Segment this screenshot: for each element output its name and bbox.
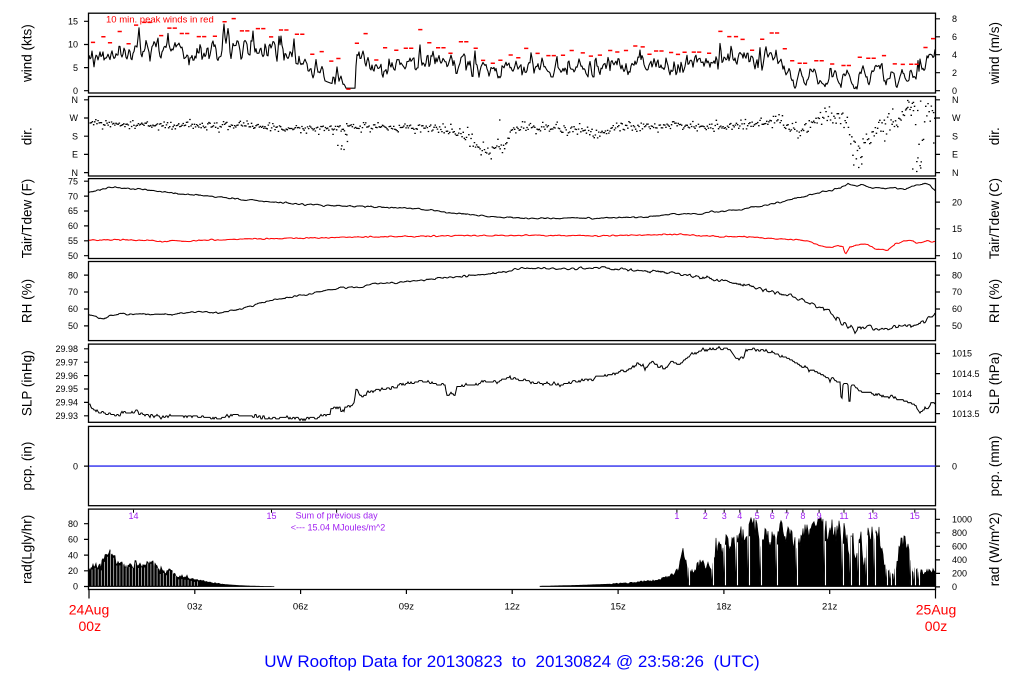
svg-text:pcp. (in): pcp. (in) [20, 442, 35, 491]
svg-text:9: 9 [817, 511, 822, 521]
svg-text:12z: 12z [505, 602, 521, 613]
svg-text:1014: 1014 [952, 389, 972, 399]
svg-text:80: 80 [952, 270, 962, 280]
svg-text:S: S [952, 131, 958, 141]
svg-text:13: 13 [868, 511, 878, 521]
svg-text:60: 60 [68, 304, 78, 314]
svg-text:0: 0 [73, 582, 78, 592]
svg-text:20: 20 [68, 566, 78, 576]
svg-text:29.97: 29.97 [55, 357, 78, 367]
svg-text:15z: 15z [610, 602, 626, 613]
svg-text:4: 4 [737, 511, 742, 521]
svg-text:50: 50 [68, 251, 78, 261]
svg-text:00z: 00z [79, 618, 102, 634]
svg-text:10 min. peak winds in red: 10 min. peak winds in red [106, 15, 214, 26]
svg-text:15: 15 [266, 511, 276, 521]
svg-text:5: 5 [755, 511, 760, 521]
svg-text:10: 10 [68, 40, 78, 50]
svg-text:S: S [72, 131, 78, 141]
svg-text:60: 60 [68, 535, 78, 545]
svg-text:1000: 1000 [952, 515, 972, 525]
svg-text:SLP (inHg): SLP (inHg) [20, 350, 35, 416]
svg-text:6: 6 [770, 511, 775, 521]
svg-text:3: 3 [722, 511, 727, 521]
svg-text:1013.5: 1013.5 [952, 409, 980, 419]
svg-text:70: 70 [68, 287, 78, 297]
svg-text:SLP (hPa): SLP (hPa) [987, 352, 1002, 414]
svg-text:10: 10 [952, 251, 962, 261]
svg-text:50: 50 [952, 321, 962, 331]
svg-text:200: 200 [952, 569, 967, 579]
svg-text:4: 4 [952, 50, 957, 60]
svg-text:Tair/Tdew (F): Tair/Tdew (F) [20, 179, 35, 259]
svg-text:2: 2 [703, 511, 708, 521]
svg-text:11: 11 [839, 511, 848, 521]
svg-text:60: 60 [952, 304, 962, 314]
svg-text:RH (%): RH (%) [20, 279, 35, 323]
svg-text:06z: 06z [293, 602, 309, 613]
svg-text:<--- 15.04 MJoules/m^2: <--- 15.04 MJoules/m^2 [291, 523, 386, 533]
svg-text:55: 55 [68, 236, 78, 246]
svg-text:800: 800 [952, 528, 967, 538]
svg-text:wind (kts): wind (kts) [20, 24, 35, 83]
svg-text:29.93: 29.93 [55, 411, 78, 421]
svg-text:40: 40 [68, 550, 78, 560]
svg-text:1014.5: 1014.5 [952, 369, 980, 379]
svg-text:Sum of previous day: Sum of previous day [296, 511, 379, 521]
svg-text:80: 80 [68, 270, 78, 280]
svg-text:N: N [72, 95, 79, 105]
svg-text:pcp. (mm): pcp. (mm) [987, 436, 1002, 497]
svg-text:50: 50 [68, 321, 78, 331]
svg-text:00z: 00z [925, 618, 948, 634]
svg-text:25Aug: 25Aug [916, 602, 956, 618]
svg-text:03z: 03z [187, 602, 203, 613]
svg-text:15: 15 [910, 511, 920, 521]
svg-text:2: 2 [952, 68, 957, 78]
svg-text:8: 8 [952, 14, 957, 24]
svg-text:7: 7 [784, 511, 789, 521]
svg-text:15: 15 [952, 224, 962, 234]
svg-text:65: 65 [68, 206, 78, 216]
svg-text:20: 20 [952, 197, 962, 207]
svg-text:60: 60 [68, 221, 78, 231]
svg-text:0: 0 [73, 461, 78, 471]
svg-text:Tair/Tdew (C): Tair/Tdew (C) [987, 178, 1002, 259]
svg-text:rad (W/m^2): rad (W/m^2) [987, 512, 1002, 586]
svg-text:09z: 09z [399, 602, 415, 613]
svg-text:N: N [952, 168, 959, 178]
svg-text:W: W [70, 113, 79, 123]
svg-text:24Aug: 24Aug [69, 602, 109, 618]
svg-text:400: 400 [952, 555, 967, 565]
svg-text:21z: 21z [822, 602, 838, 613]
svg-text:1015: 1015 [952, 349, 972, 359]
svg-text:N: N [952, 95, 959, 105]
svg-text:E: E [72, 150, 78, 160]
svg-text:29.95: 29.95 [55, 384, 78, 394]
svg-text:E: E [952, 150, 958, 160]
svg-text:wind (m/s): wind (m/s) [987, 22, 1002, 85]
svg-text:W: W [952, 113, 961, 123]
svg-text:14: 14 [128, 511, 138, 521]
svg-text:29.96: 29.96 [55, 371, 78, 381]
svg-text:29.94: 29.94 [55, 398, 78, 408]
svg-text:dir.: dir. [987, 127, 1002, 145]
svg-text:6: 6 [952, 32, 957, 42]
svg-text:UW Rooftop Data for 20130823: UW Rooftop Data for 20130823 to 20130824… [264, 652, 759, 671]
svg-text:5: 5 [73, 63, 78, 73]
svg-text:75: 75 [68, 176, 78, 186]
svg-text:29.98: 29.98 [55, 344, 78, 354]
svg-text:0: 0 [952, 461, 957, 471]
svg-text:18z: 18z [716, 602, 732, 613]
svg-text:600: 600 [952, 542, 967, 552]
svg-text:8: 8 [800, 511, 805, 521]
svg-text:70: 70 [952, 287, 962, 297]
svg-text:80: 80 [68, 519, 78, 529]
svg-text:70: 70 [68, 191, 78, 201]
svg-text:15: 15 [68, 17, 78, 27]
svg-text:dir.: dir. [20, 127, 35, 145]
svg-text:1: 1 [674, 511, 679, 521]
svg-text:rad(Lgly/hr): rad(Lgly/hr) [20, 515, 35, 584]
svg-text:RH (%): RH (%) [987, 279, 1002, 323]
svg-text:0: 0 [952, 582, 957, 592]
